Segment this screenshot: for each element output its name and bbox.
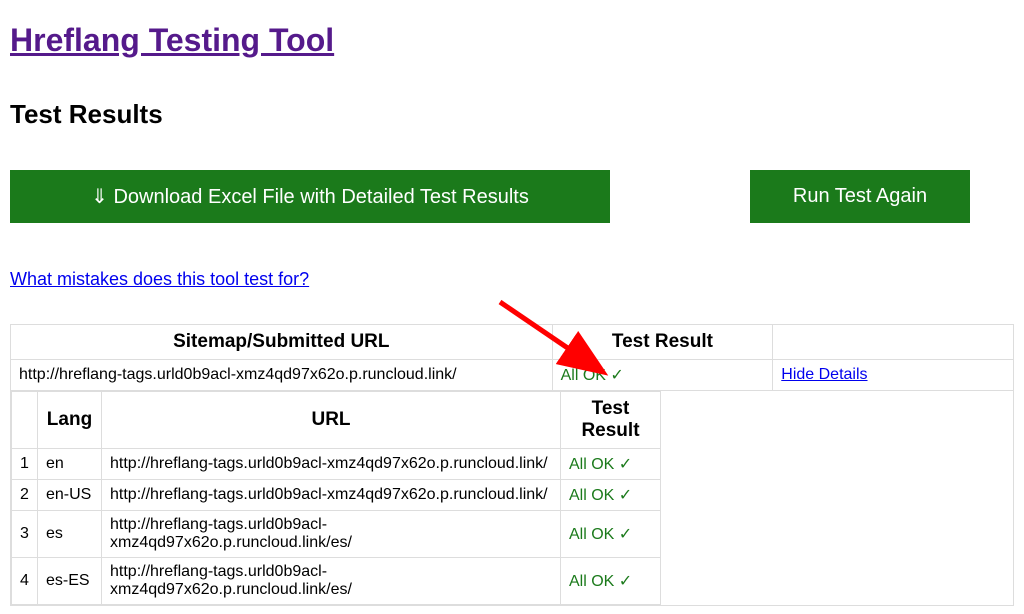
- page-subheading: Test Results: [10, 99, 1014, 130]
- result-text: All OK: [569, 526, 619, 543]
- result-text: All OK: [569, 456, 619, 473]
- inner-row-result: All OK ✓: [561, 558, 661, 605]
- inner-header-lang: Lang: [38, 392, 102, 449]
- inner-row-num: 3: [12, 511, 38, 558]
- result-text: All OK: [561, 367, 606, 384]
- result-text: All OK: [569, 573, 619, 590]
- inner-table-row: 3eshttp://hreflang-tags.urld0b9acl-xmz4q…: [12, 511, 661, 558]
- checkmark-icon: ✓: [619, 456, 632, 473]
- inner-row-url: http://hreflang-tags.urld0b9acl-xmz4qd97…: [102, 449, 561, 480]
- checkmark-icon: ✓: [619, 573, 632, 590]
- help-link[interactable]: What mistakes does this tool test for?: [10, 269, 309, 290]
- outer-row-result: All OK ✓: [552, 360, 773, 391]
- hide-details-link[interactable]: Hide Details: [781, 366, 867, 383]
- inner-row-lang: en: [38, 449, 102, 480]
- results-outer-table: Sitemap/Submitted URL Test Result http:/…: [10, 324, 1014, 606]
- outer-table-row: http://hreflang-tags.urld0b9acl-xmz4qd97…: [11, 360, 1014, 391]
- inner-table-row: 1enhttp://hreflang-tags.urld0b9acl-xmz4q…: [12, 449, 661, 480]
- checkmark-icon: ✓: [610, 367, 623, 384]
- inner-row-url: http://hreflang-tags.urld0b9acl-xmz4qd97…: [102, 480, 561, 511]
- inner-header-url: URL: [102, 392, 561, 449]
- inner-table-header-row: Lang URL Test Result: [12, 392, 661, 449]
- outer-header-details: [773, 325, 1014, 360]
- inner-header-num: [12, 392, 38, 449]
- details-container: Lang URL Test Result 1enhttp://hreflang-…: [11, 391, 1014, 606]
- inner-row-lang: es-ES: [38, 558, 102, 605]
- outer-table-details-row: Lang URL Test Result 1enhttp://hreflang-…: [11, 391, 1014, 606]
- inner-row-url: http://hreflang-tags.urld0b9acl-xmz4qd97…: [102, 558, 561, 605]
- run-test-again-button[interactable]: Run Test Again: [750, 170, 970, 223]
- outer-row-url: http://hreflang-tags.urld0b9acl-xmz4qd97…: [11, 360, 553, 391]
- inner-table-row: 4es-EShttp://hreflang-tags.urld0b9acl-xm…: [12, 558, 661, 605]
- checkmark-icon: ✓: [619, 526, 632, 543]
- outer-header-result: Test Result: [552, 325, 773, 360]
- outer-header-url: Sitemap/Submitted URL: [11, 325, 553, 360]
- inner-row-lang: es: [38, 511, 102, 558]
- outer-row-details-cell: Hide Details: [773, 360, 1014, 391]
- page-title-link[interactable]: Hreflang Testing Tool: [10, 22, 334, 59]
- inner-header-result: Test Result: [561, 392, 661, 449]
- inner-row-result: All OK ✓: [561, 449, 661, 480]
- download-excel-button[interactable]: ⇓ Download Excel File with Detailed Test…: [10, 170, 610, 223]
- inner-row-num: 4: [12, 558, 38, 605]
- outer-table-header-row: Sitemap/Submitted URL Test Result: [11, 325, 1014, 360]
- button-row: ⇓ Download Excel File with Detailed Test…: [10, 170, 1014, 223]
- checkmark-icon: ✓: [619, 487, 632, 504]
- result-text: All OK: [569, 487, 619, 504]
- inner-row-result: All OK ✓: [561, 480, 661, 511]
- inner-row-result: All OK ✓: [561, 511, 661, 558]
- results-inner-table: Lang URL Test Result 1enhttp://hreflang-…: [11, 391, 661, 605]
- inner-row-url: http://hreflang-tags.urld0b9acl-xmz4qd97…: [102, 511, 561, 558]
- inner-row-lang: en-US: [38, 480, 102, 511]
- inner-row-num: 2: [12, 480, 38, 511]
- inner-row-num: 1: [12, 449, 38, 480]
- inner-table-row: 2en-UShttp://hreflang-tags.urld0b9acl-xm…: [12, 480, 661, 511]
